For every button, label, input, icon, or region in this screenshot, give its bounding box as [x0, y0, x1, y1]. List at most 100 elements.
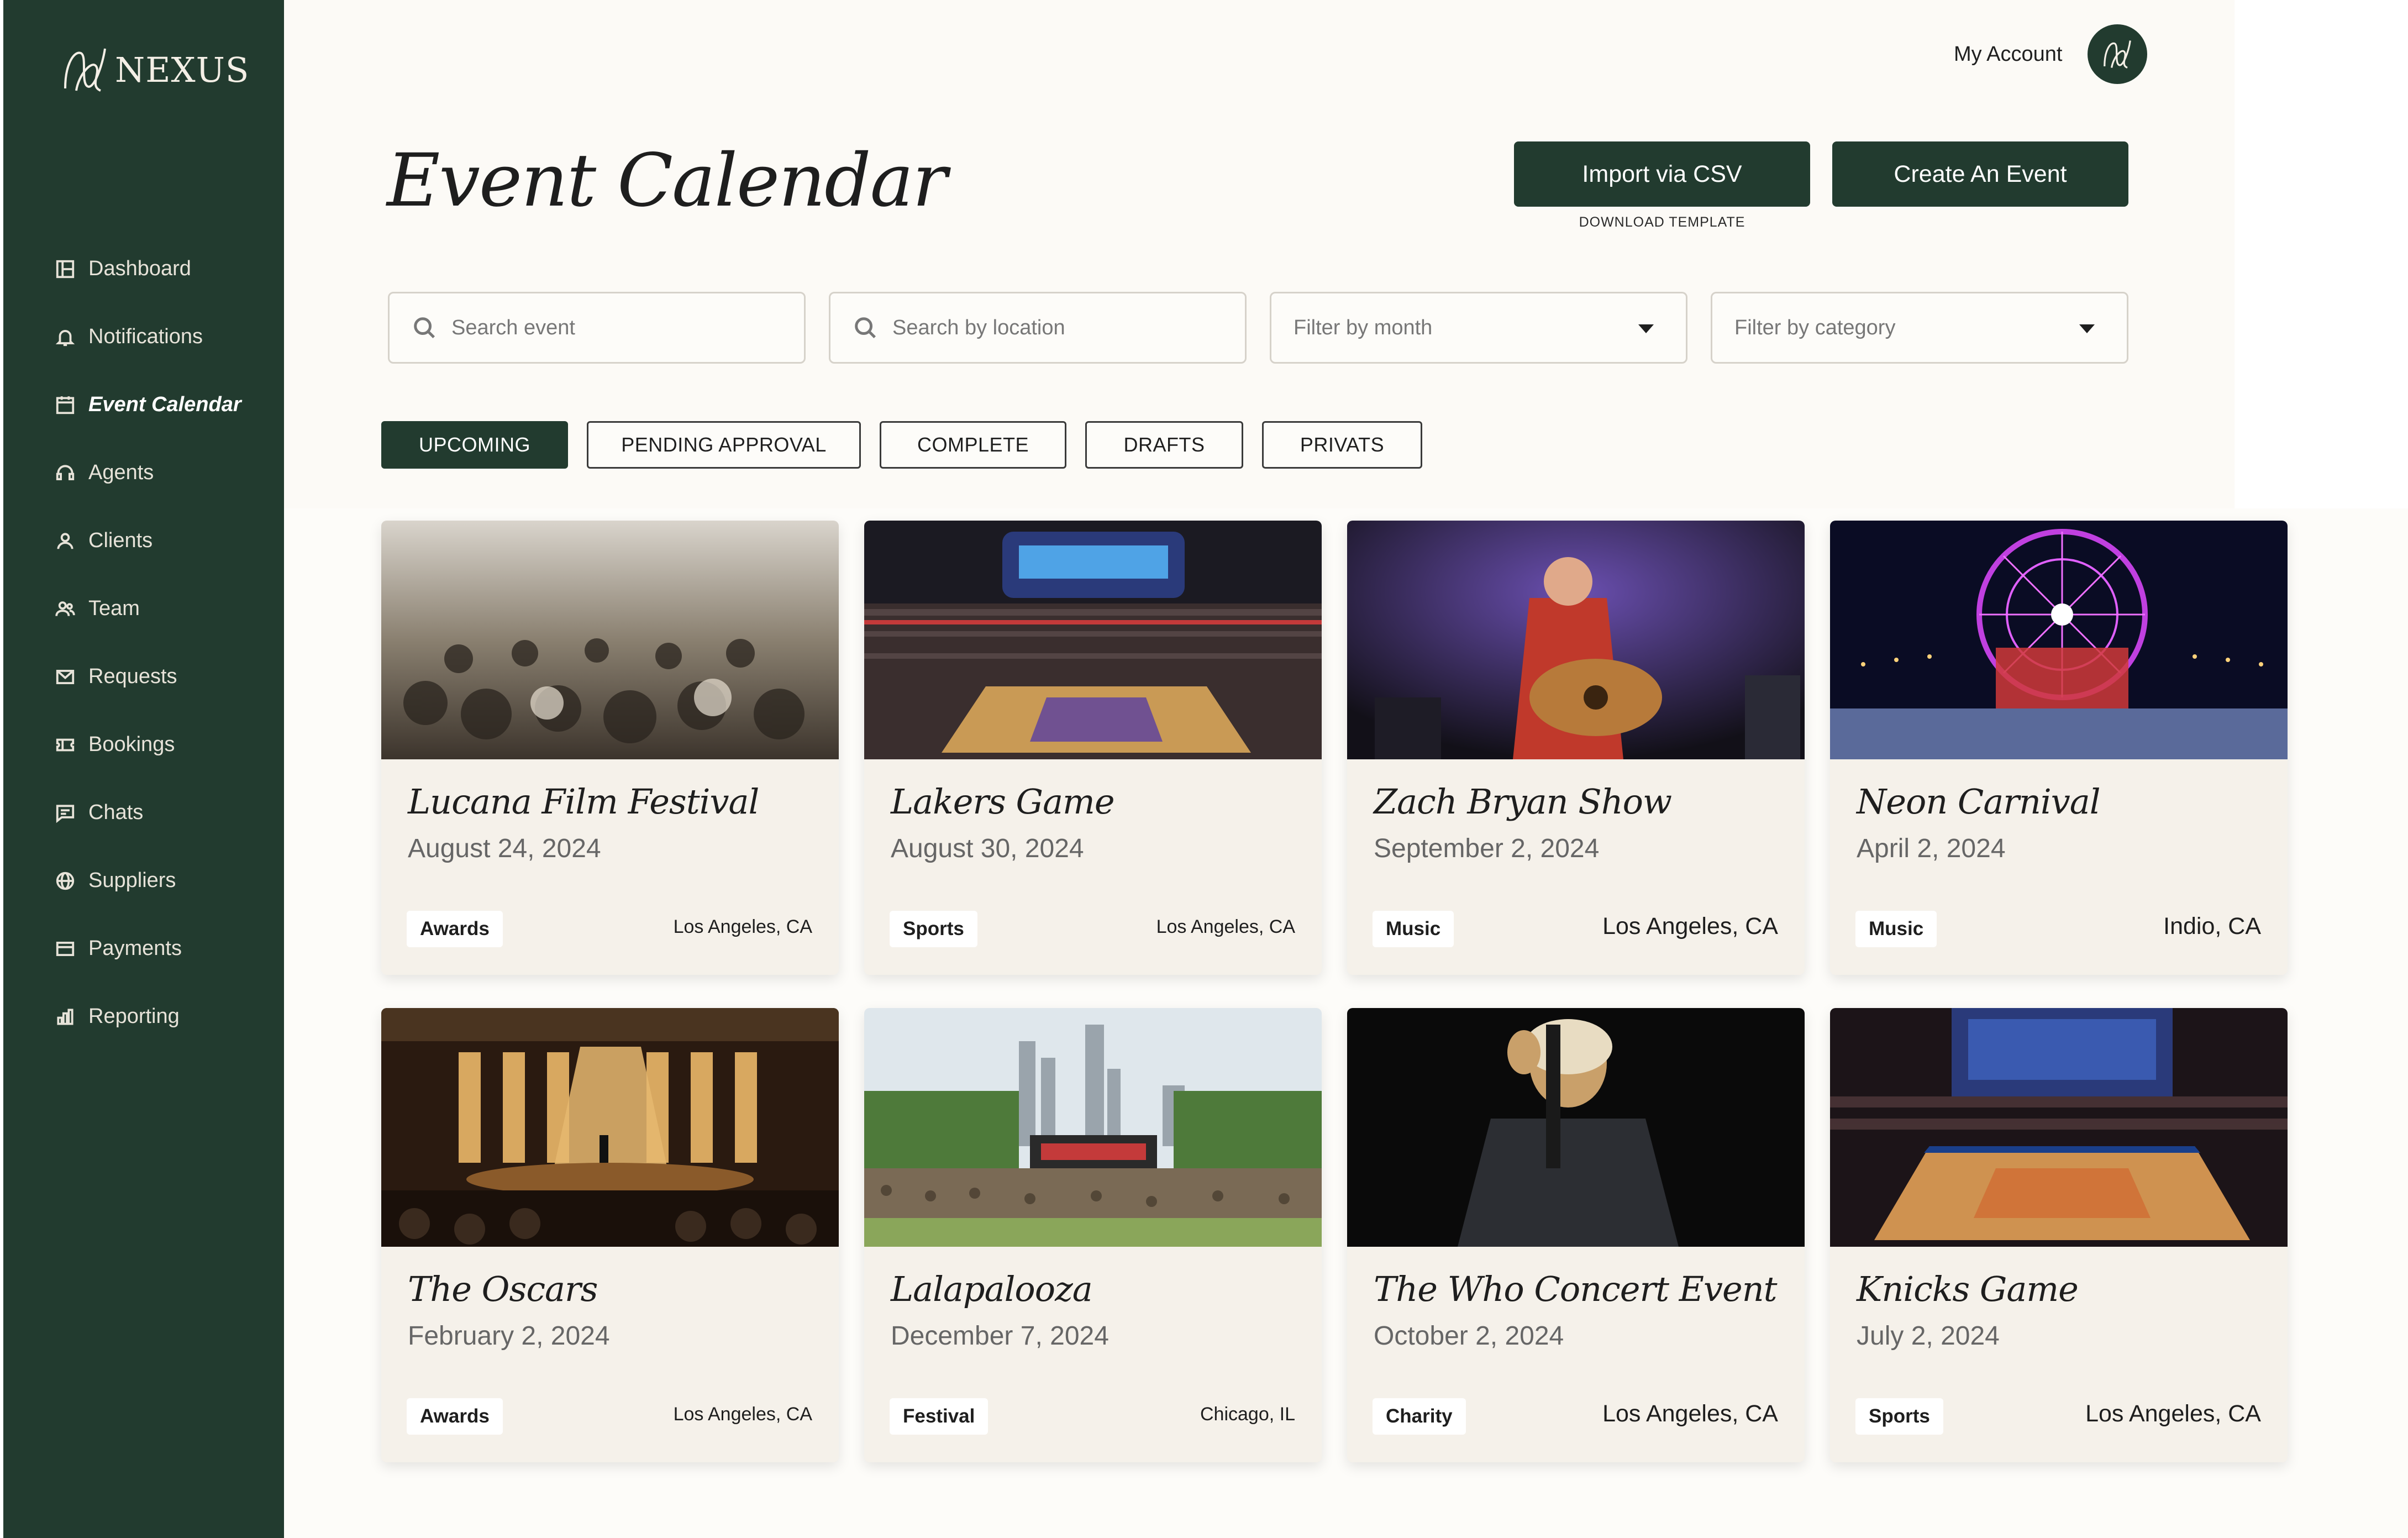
sidebar-item-label: Requests — [88, 665, 177, 688]
calendar-icon — [52, 392, 78, 418]
event-location: Indio, CA — [2163, 913, 2261, 939]
tab-privats[interactable]: PRIVATS — [1262, 421, 1422, 469]
event-date: April 2, 2024 — [1857, 834, 2006, 863]
event-card[interactable]: Lucana Film Festival August 24, 2024 Awa… — [381, 521, 839, 975]
event-card[interactable]: Neon Carnival April 2, 2024 Music Indio,… — [1830, 521, 2288, 975]
search-location-input[interactable]: Search by location — [829, 292, 1247, 364]
audience-photo — [381, 521, 839, 759]
concert-photo — [1347, 521, 1805, 759]
festival-photo — [864, 1008, 1322, 1247]
event-date: July 2, 2024 — [1857, 1321, 2000, 1351]
bell-icon — [52, 324, 78, 350]
event-date: February 2, 2024 — [408, 1321, 610, 1351]
user-icon — [52, 528, 78, 554]
sidebar-item-label: Chats — [88, 801, 144, 824]
tab-drafts[interactable]: DRAFTS — [1085, 421, 1243, 469]
event-date: September 2, 2024 — [1374, 834, 1600, 863]
singer-photo — [1347, 1008, 1805, 1247]
dashboard-icon — [52, 256, 78, 282]
event-category-badge: Awards — [407, 1398, 503, 1435]
brand-name: NEXUS — [115, 49, 250, 90]
event-category-badge: Music — [1373, 911, 1454, 947]
sidebar-item-label: Notifications — [88, 325, 203, 348]
stage-photo — [381, 1008, 839, 1247]
sidebar-item-label: Dashboard — [88, 257, 191, 280]
event-title: Neon Carnival — [1857, 781, 2101, 822]
sidebar-item-bookings[interactable]: Bookings — [52, 711, 241, 779]
event-location: Los Angeles, CA — [1602, 913, 1778, 939]
sidebar-item-dashboard[interactable]: Dashboard — [52, 235, 241, 303]
import-csv-button[interactable]: Import via CSV — [1514, 141, 1810, 207]
sidebar-item-event-calendar[interactable]: Event Calendar — [52, 371, 241, 439]
event-card[interactable]: Zach Bryan Show September 2, 2024 Music … — [1347, 521, 1805, 975]
sidebar-item-payments[interactable]: Payments — [52, 915, 241, 983]
event-title: Lalapalooza — [891, 1269, 1093, 1309]
search-icon — [412, 315, 437, 340]
search-event-input[interactable]: Search event — [388, 292, 806, 364]
event-date: December 7, 2024 — [891, 1321, 1109, 1351]
account-label: My Account — [1954, 42, 2063, 66]
event-title: Zach Bryan Show — [1374, 781, 1672, 822]
account-menu[interactable]: My Account — [1954, 24, 2148, 84]
event-card[interactable]: The Who Concert Event October 2, 2024 Ch… — [1347, 1008, 1805, 1462]
ticket-icon — [52, 732, 78, 758]
event-date: October 2, 2024 — [1374, 1321, 1564, 1351]
sidebar-item-clients[interactable]: Clients — [52, 507, 241, 575]
sidebar-item-label: Bookings — [88, 733, 175, 756]
sidebar-item-agents[interactable]: Agents — [52, 439, 241, 507]
main-background — [284, 0, 2235, 508]
event-title: The Oscars — [408, 1269, 598, 1309]
create-event-button[interactable]: Create An Event — [1832, 141, 2128, 207]
sidebar-item-team[interactable]: Team — [52, 575, 241, 643]
event-category-badge: Awards — [407, 911, 503, 947]
tab-complete[interactable]: COMPLETE — [880, 421, 1066, 469]
event-title: Lakers Game — [891, 781, 1115, 822]
sidebar: NEXUS Dashboard Notifications Event Cale… — [3, 0, 284, 1538]
event-category-badge: Sports — [1855, 1398, 1943, 1435]
event-card[interactable]: Lalapalooza December 7, 2024 Festival Ch… — [864, 1008, 1322, 1462]
event-location: Chicago, IL — [1200, 1404, 1295, 1425]
sidebar-item-reporting[interactable]: Reporting — [52, 983, 241, 1051]
bar-chart-icon — [52, 1004, 78, 1030]
event-location: Los Angeles, CA — [1156, 916, 1295, 937]
filter-month-select[interactable]: Filter by month — [1270, 292, 1687, 364]
event-date: August 30, 2024 — [891, 834, 1084, 863]
event-title: The Who Concert Event — [1374, 1269, 1778, 1309]
sidebar-nav: Dashboard Notifications Event Calendar A… — [52, 235, 241, 1051]
globe-icon — [52, 868, 78, 894]
caret-down-icon — [2079, 324, 2095, 333]
sidebar-item-label: Agents — [88, 461, 154, 484]
sidebar-item-requests[interactable]: Requests — [52, 643, 241, 711]
card-icon — [52, 936, 78, 962]
sidebar-item-label: Reporting — [88, 1005, 180, 1028]
sidebar-item-label: Event Calendar — [88, 393, 241, 416]
tab-pending-approval[interactable]: PENDING APPROVAL — [587, 421, 861, 469]
filter-month-placeholder: Filter by month — [1294, 316, 1433, 339]
event-card[interactable]: Lakers Game August 30, 2024 Sports Los A… — [864, 521, 1322, 975]
sidebar-item-suppliers[interactable]: Suppliers — [52, 847, 241, 915]
event-location: Los Angeles, CA — [673, 1404, 812, 1425]
event-date: August 24, 2024 — [408, 834, 601, 863]
event-category-badge: Sports — [890, 911, 977, 947]
arena-photo — [1830, 1008, 2288, 1247]
event-card[interactable]: The Oscars February 2, 2024 Awards Los A… — [381, 1008, 839, 1462]
filter-category-select[interactable]: Filter by category — [1711, 292, 2128, 364]
avatar[interactable] — [2088, 24, 2148, 84]
download-template-link[interactable]: DOWNLOAD TEMPLATE — [1514, 214, 1810, 230]
search-location-placeholder: Search by location — [892, 316, 1065, 339]
logo[interactable]: NEXUS — [59, 42, 249, 97]
event-card[interactable]: Knicks Game July 2, 2024 Sports Los Ange… — [1830, 1008, 2288, 1462]
sidebar-item-chats[interactable]: Chats — [52, 779, 241, 847]
event-title: Knicks Game — [1857, 1269, 2079, 1309]
arena-photo — [864, 521, 1322, 759]
chat-icon — [52, 800, 78, 826]
event-category-badge: Music — [1855, 911, 1937, 947]
tab-upcoming[interactable]: UPCOMING — [381, 421, 568, 469]
mail-icon — [52, 664, 78, 690]
sidebar-item-notifications[interactable]: Notifications — [52, 303, 241, 371]
page-title: Event Calendar — [387, 138, 947, 223]
event-location: Los Angeles, CA — [673, 916, 812, 937]
sidebar-item-label: Suppliers — [88, 869, 176, 892]
search-event-placeholder: Search event — [451, 316, 575, 339]
caret-down-icon — [1638, 324, 1654, 333]
